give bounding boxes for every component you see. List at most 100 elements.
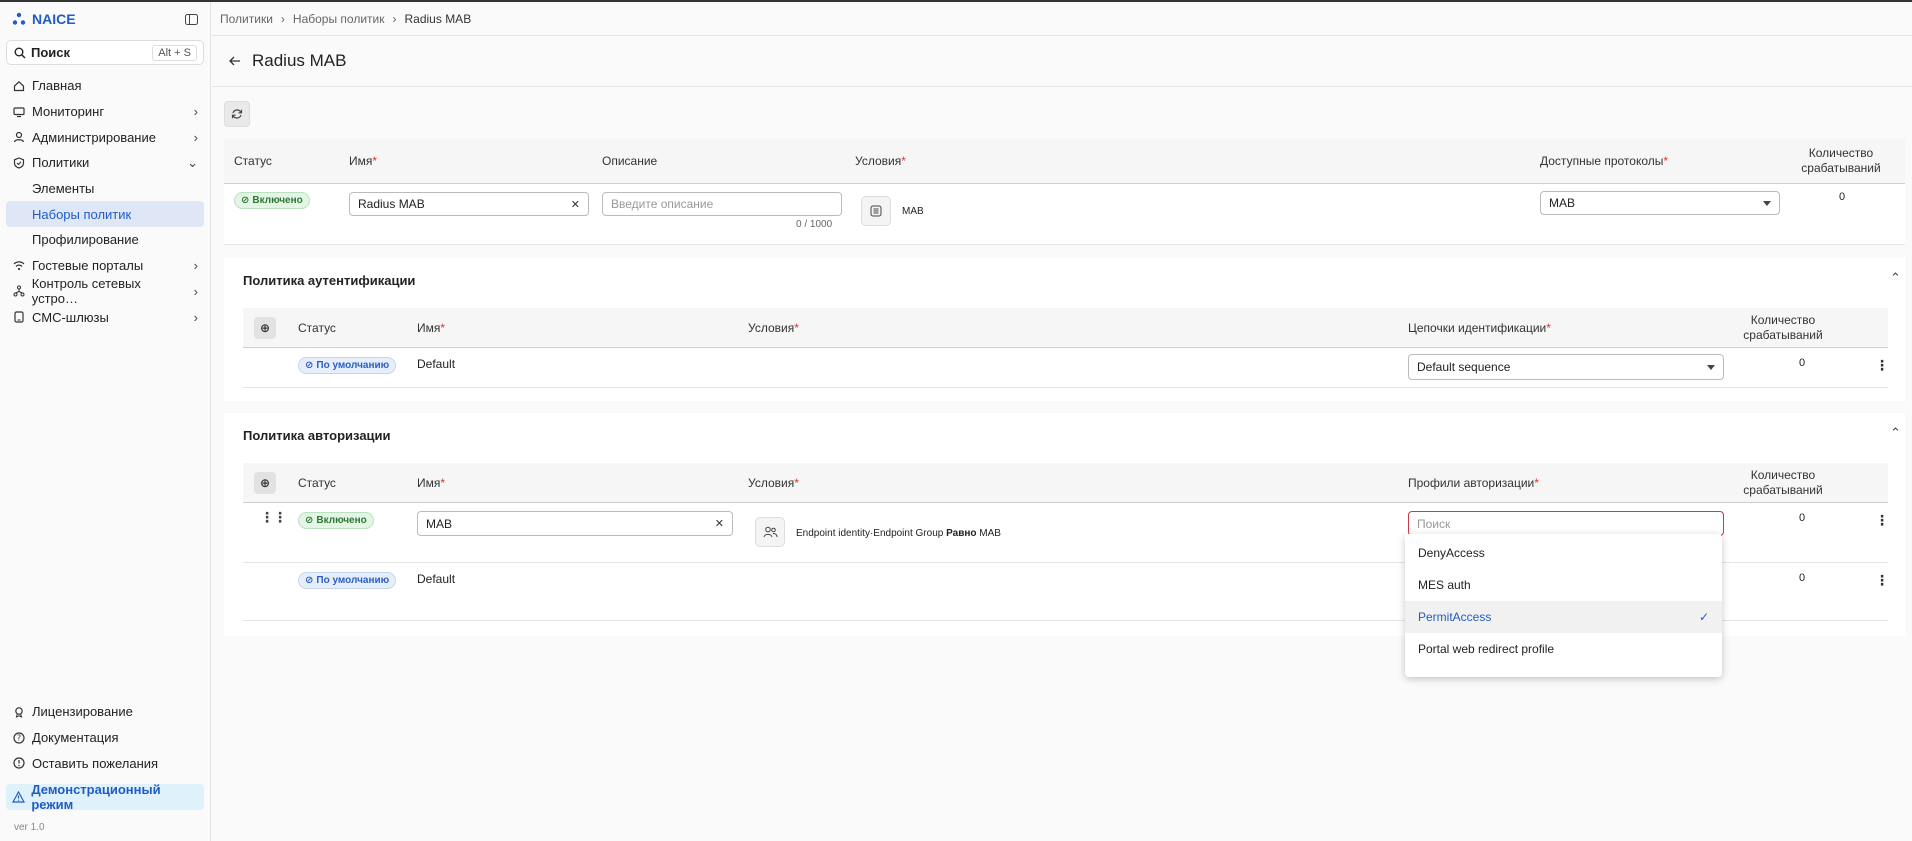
hits-value: 0 [1799,357,1806,369]
nav-network-control[interactable]: Контроль сетевых устро… › [0,276,210,306]
back-arrow-icon[interactable] [228,54,242,68]
header-profiles: Профили авторизации* [1408,476,1539,490]
collapse-sidebar-icon[interactable] [184,12,198,26]
nav-elements[interactable]: Элементы [0,176,210,202]
nav-profiling[interactable]: Профилирование [0,227,210,253]
hits-value: 0 [1799,572,1806,584]
dropdown-option[interactable]: Portal web redirect profile [1405,633,1722,665]
policy-set-table: Статус Имя* Описание Условия* Доступные … [224,139,1905,245]
more-vertical-icon[interactable]: ⋮ [1875,572,1889,589]
auth-policy-header: ⊕ Статус Имя* Условия* Цепочки идентифик… [243,308,1888,348]
chevron-right-icon: › [193,258,198,274]
plus-circle-icon: ⊕ [259,475,271,490]
collapse-icon[interactable]: ⌃ [1890,425,1901,441]
nav-feedback[interactable]: Оставить пожелания [0,750,210,776]
search-shortcut: Alt + S [152,44,197,61]
header-conditions-text: Условия [748,320,795,335]
condition-button[interactable] [861,196,891,226]
nav-administration[interactable]: Администрирование › [0,124,210,150]
policy-set-name-input[interactable]: Radius MAB ✕ [349,192,589,216]
clear-icon[interactable]: ✕ [571,198,580,211]
profile-search-placeholder: Поиск [1417,516,1451,531]
breadcrumb: Политики › Наборы политик › Radius MAB [212,2,1912,36]
chain-value: Default sequence [1417,360,1511,374]
caret-down-icon [1763,200,1771,206]
dropdown-option[interactable]: DenyAccess [1405,537,1722,569]
users-icon [763,526,777,538]
logo[interactable]: NAICE [12,11,76,27]
status-badge[interactable]: ⊘ Включено [298,512,374,529]
status-badge[interactable]: ⊘ Включено [234,192,310,209]
policy-set-row: ⊘ Включено Radius MAB ✕ Введите описание … [224,184,1905,245]
header-conditions: Условия* [748,321,799,335]
collapse-icon[interactable]: ⌃ [1890,270,1901,286]
header-name: Имя* [417,321,445,335]
refresh-button[interactable] [224,101,250,127]
condition-text: MAB [902,206,924,217]
nav-policies[interactable]: Политики ⌄ [0,150,210,176]
identity-chain-select[interactable]: Default sequence [1408,354,1724,380]
header-name: Имя* [417,476,445,490]
required-mark: * [1534,475,1539,490]
auth-policy-section: Политика аутентификации ⌃ ⊕ Статус Имя* … [224,258,1905,401]
status-text: По умолчанию [316,575,390,586]
header-name-text: Имя [417,320,441,335]
header-name: Имя* [349,154,377,168]
char-counter: 0 / 1000 [796,219,833,230]
status-badge[interactable]: ⊘ По умолчанию [298,357,397,374]
header-profiles-text: Профили авторизации [1408,475,1535,490]
user-icon [12,130,26,144]
breadcrumb-policies[interactable]: Политики [220,12,273,26]
list-icon [870,205,882,217]
hits-value: 0 [1799,512,1806,524]
required-mark: * [372,154,378,168]
sms-icon [12,310,26,324]
option-label: Portal web redirect profile [1418,642,1555,656]
search-icon [13,46,27,60]
more-vertical-icon[interactable]: ⋮ [1875,512,1889,529]
required-mark: * [794,320,799,335]
nav-documentation[interactable]: ? Документация [0,725,210,751]
description-placeholder: Введите описание [611,197,714,211]
nav-policy-sets[interactable]: Наборы политик [6,201,204,228]
check-icon: ✓ [1698,610,1709,624]
chevron-down-icon: ⌄ [187,154,198,170]
required-mark: * [794,475,799,490]
required-mark: * [1663,154,1669,168]
header-conditions: Условия* [748,476,799,490]
header-name-text: Имя [349,154,373,168]
nav-sms-gateways[interactable]: СМС-шлюзы › [0,304,210,330]
nav-guest-portals[interactable]: Гостевые порталы › [0,253,210,279]
dropdown-option-selected[interactable]: PermitAccess ✓ [1405,601,1722,633]
demo-mode-banner[interactable]: Демонстрационный режим [6,782,204,812]
header-protocols-text: Доступные протоколы [1540,154,1664,168]
hits-value: 0 [1839,191,1846,203]
status-badge[interactable]: ⊘ По умолчанию [298,572,397,589]
main-nav: Главная Мониторинг › Администрирование ›… [0,73,210,330]
nav-home[interactable]: Главная [0,73,210,99]
condition-button[interactable] [755,517,785,547]
drag-handle-icon[interactable]: ⋮⋮ [260,509,287,526]
monitor-icon [12,105,26,119]
more-vertical-icon[interactable]: ⋮ [1875,357,1889,374]
rule-name-input[interactable]: MAB ✕ [417,511,733,536]
check-circle-icon: ⊘ [305,575,314,586]
check-circle-icon: ⊘ [305,360,314,371]
option-label: PermitAccess [1418,610,1492,624]
breadcrumb-policy-sets[interactable]: Наборы политик [293,12,385,26]
dropdown-option[interactable]: MES auth [1405,569,1722,601]
chevron-right-icon: › [193,309,198,325]
add-rule-button[interactable]: ⊕ [254,471,276,494]
chevron-right-icon: › [280,11,285,26]
app-name: NAICE [32,11,76,27]
nav-monitoring[interactable]: Мониторинг › [0,99,210,125]
profile-search-input[interactable]: Поиск [1408,511,1724,536]
header-name-text: Имя [417,475,441,490]
description-input[interactable]: Введите описание [602,192,842,216]
global-search[interactable]: Поиск Alt + S [6,40,204,65]
search-label: Поиск [31,45,71,60]
clear-icon[interactable]: ✕ [715,517,724,530]
add-rule-button[interactable]: ⊕ [254,316,276,339]
nav-licensing[interactable]: Лицензирование [0,699,210,725]
protocol-select[interactable]: MAB [1540,191,1780,215]
